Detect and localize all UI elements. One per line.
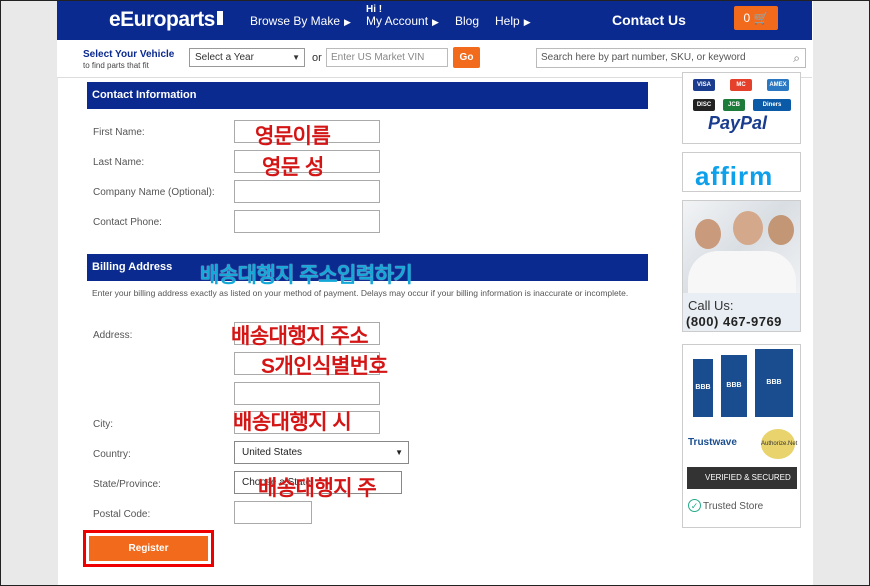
- jcb-icon: JCB: [723, 99, 745, 111]
- annotation-address1: 배송대행지 주소: [231, 325, 369, 348]
- bbb-badge-3: BBB: [755, 349, 793, 417]
- annotation-state: 배송대행지 주: [258, 477, 377, 500]
- trustwave-badge: Trustwave: [688, 437, 737, 448]
- last-name-label: Last Name:: [93, 157, 145, 168]
- authorize-net-badge: Authorize.Net: [761, 429, 797, 459]
- billing-note: Enter your billing address exactly as li…: [92, 288, 629, 298]
- register-highlight: Register: [83, 530, 214, 567]
- visa-icon: VISA: [693, 79, 715, 91]
- bbb-badge-1: BBB: [693, 359, 713, 417]
- year-select[interactable]: Select a Year ▼: [189, 48, 305, 67]
- phone-label: Contact Phone:: [93, 217, 162, 228]
- company-input[interactable]: [234, 180, 380, 203]
- caret-right-icon: ▶: [523, 17, 531, 27]
- country-label: Country:: [93, 449, 131, 460]
- cart-button[interactable]: 0 🛒: [734, 6, 778, 30]
- annotation-first-name: 영문이름: [255, 125, 331, 148]
- postal-label: Postal Code:: [93, 509, 151, 520]
- payment-methods-panel: VISA MC AMEX DISC JCB Diners PayPal: [682, 72, 801, 144]
- nav-blog[interactable]: Blog: [455, 14, 479, 28]
- caret-right-icon: ▶: [432, 17, 439, 27]
- site-logo[interactable]: eEuroparts: [109, 8, 223, 32]
- verified-secured-badge: VERIFIED & SECURED: [687, 467, 797, 489]
- dropdown-arrow-icon: ▼: [395, 448, 403, 457]
- state-label: State/Province:: [93, 479, 161, 490]
- city-label: City:: [93, 419, 113, 430]
- call-us-panel: Call Us: (800) 467-9769: [682, 200, 801, 332]
- phone-number[interactable]: (800) 467-9769: [686, 314, 782, 329]
- register-button[interactable]: Register: [89, 536, 208, 561]
- postal-input[interactable]: [234, 501, 312, 524]
- left-gutter: [1, 0, 58, 586]
- dropdown-arrow-icon: ▼: [292, 53, 300, 62]
- search-input[interactable]: Search here by part number, SKU, or keyw…: [536, 48, 806, 68]
- vehicle-subtitle: to find parts that fit: [83, 61, 149, 70]
- go-button[interactable]: Go: [453, 47, 480, 68]
- right-gutter: [813, 0, 869, 586]
- discover-icon: DISC: [693, 99, 715, 111]
- annotation-billing: 배송대행지 주소입력하기: [200, 264, 413, 287]
- search-icon[interactable]: ⌕: [793, 49, 800, 67]
- nav-help[interactable]: Help ▶: [495, 14, 531, 28]
- cart-icon: 🛒: [753, 11, 769, 25]
- trusted-store-badge: Trusted Store: [703, 501, 764, 512]
- call-us-label: Call Us:: [688, 298, 734, 313]
- bbb-badge-2: BBB: [721, 355, 747, 417]
- annotation-last-name: 영문 성: [262, 156, 324, 179]
- caret-right-icon: ▶: [344, 17, 351, 27]
- company-label: Company Name (Optional):: [93, 187, 215, 198]
- first-name-label: First Name:: [93, 127, 145, 138]
- phone-input[interactable]: [234, 210, 380, 233]
- affirm-panel: affirm: [682, 152, 801, 192]
- nav-browse-by-make[interactable]: Browse By Make ▶: [250, 14, 351, 28]
- vehicle-title: Select Your Vehicle: [83, 49, 175, 60]
- address-label: Address:: [93, 330, 133, 341]
- amex-icon: AMEX: [767, 79, 789, 91]
- address-line3-input[interactable]: [234, 382, 380, 405]
- country-select[interactable]: United States ▼: [234, 441, 409, 464]
- checkmark-icon: ✓: [688, 499, 701, 512]
- contact-info-heading: Contact Information: [87, 82, 648, 109]
- trust-badges-panel: BBB BBB BBB Trustwave Authorize.Net VERI…: [682, 344, 801, 528]
- contact-us-link[interactable]: Contact Us: [612, 12, 686, 28]
- diners-icon: Diners: [753, 99, 791, 111]
- annotation-address2: S개인식별번호: [261, 355, 388, 378]
- top-nav-bar: eEuroparts Browse By Make ▶ Hi ! My Accou…: [57, 0, 812, 40]
- annotation-city: 배송대행지 시: [233, 411, 352, 434]
- support-agents-photo: [683, 201, 800, 293]
- or-label: or: [312, 52, 322, 64]
- paypal-logo: PayPal: [708, 113, 768, 133]
- mastercard-icon: MC: [730, 79, 752, 91]
- vin-input[interactable]: Enter US Market VIN: [326, 48, 448, 67]
- affirm-logo: affirm: [695, 161, 774, 191]
- nav-my-account[interactable]: My Account ▶: [366, 14, 439, 28]
